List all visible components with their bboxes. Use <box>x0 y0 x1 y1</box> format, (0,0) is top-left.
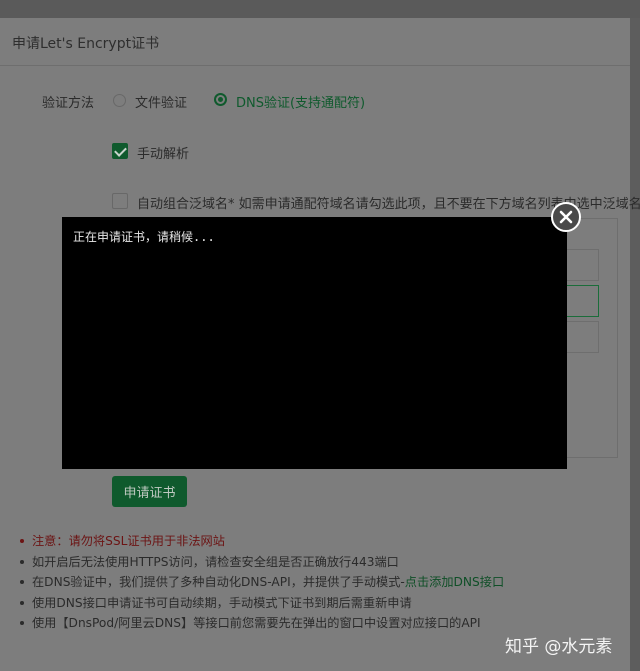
warning-prefix: 注意： <box>32 534 69 548</box>
manual-resolve-label: 手动解析 <box>137 147 190 162</box>
console-message: 正在申请证书，请稍候... <box>73 230 215 244</box>
list-item: 在DNS验证中，我们提供了多种自动化DNS-API，并提供了手动模式-点击添加D… <box>20 572 620 593</box>
warning-text: 请勿将SSL证书用于非法网站 <box>68 534 225 548</box>
watermark: 知乎 @水元素 <box>505 637 613 657</box>
close-console-button[interactable] <box>551 202 581 232</box>
apply-certificate-button[interactable]: 申请证书 <box>112 476 187 507</box>
background-right-edge <box>630 18 640 671</box>
radio-dns-verify-label[interactable]: DNS验证(支持通配符) <box>236 92 365 111</box>
notes-list: 注意：请勿将SSL证书用于非法网站 如开启后无法使用HTTPS访问，请检查安全组… <box>20 531 620 634</box>
dialog-header: 申请Let's Encrypt证书 <box>0 18 630 66</box>
verify-method-label: 验证方法 <box>42 96 95 111</box>
list-item: 使用DNS接口申请证书可自动续期，手动模式下证书到期后需重新申请 <box>20 593 620 614</box>
list-item: 注意：请勿将SSL证书用于非法网站 <box>20 531 620 552</box>
list-item: 如开启后无法使用HTTPS访问，请检查安全组是否正确放行443端口 <box>20 552 620 573</box>
radio-file-verify[interactable] <box>113 94 126 107</box>
list-item: 使用【DnsPod/阿里云DNS】等接口前您需要先在弹出的窗口中设置对应接口的A… <box>20 613 620 634</box>
close-icon <box>559 210 573 224</box>
add-dns-api-link[interactable]: 点击添加DNS接口 <box>405 575 504 589</box>
radio-dns-verify[interactable] <box>214 93 227 106</box>
manual-resolve-checkbox[interactable] <box>112 143 128 159</box>
auto-wildcard-checkbox[interactable] <box>112 193 128 209</box>
background-top-strip <box>0 0 640 18</box>
note-text: 在DNS验证中，我们提供了多种自动化DNS-API，并提供了手动模式- <box>32 575 405 589</box>
dialog-title: 申请Let's Encrypt证书 <box>12 36 160 52</box>
radio-file-verify-label[interactable]: 文件验证 <box>135 92 187 111</box>
progress-console: 正在申请证书，请稍候... <box>62 217 567 469</box>
